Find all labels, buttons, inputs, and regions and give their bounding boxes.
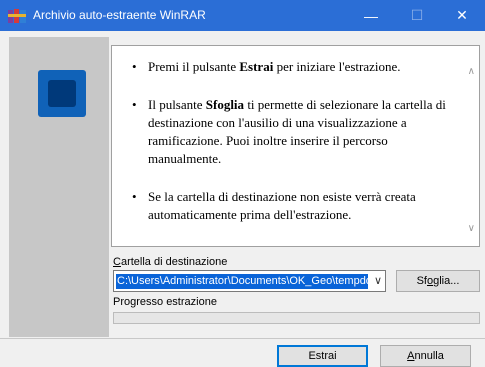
- instruction-item: Se la cartella di destinazione non esist…: [130, 188, 460, 224]
- extract-button[interactable]: Estrai: [277, 345, 368, 367]
- instruction-text: Il pulsante: [148, 97, 206, 112]
- cancel-label-text: nnulla: [414, 350, 444, 362]
- chevron-up-icon[interactable]: ∧: [468, 66, 475, 77]
- destination-input[interactable]: C:\Users\Administrator\Documents\OK_Geo\…: [116, 274, 368, 289]
- browse-label-start: Sf: [416, 275, 427, 287]
- instruction-item: Il pulsante Sfoglia ti permette di selez…: [130, 96, 460, 168]
- destination-label-text: artella di destinazione: [120, 256, 228, 268]
- chevron-down-icon[interactable]: ∨: [374, 274, 382, 287]
- title-bar[interactable]: Archivio auto-estraente WinRAR — ☐ ✕: [0, 0, 485, 31]
- square-logo-icon: [38, 70, 86, 117]
- close-button[interactable]: ✕: [439, 0, 485, 31]
- progress-label: Progresso estrazione: [113, 296, 217, 308]
- square-logo-inner: [48, 80, 76, 107]
- instructions-list: Premi il pulsante Estrai per iniziare l'…: [130, 58, 460, 244]
- chevron-down-icon[interactable]: ∨: [468, 223, 475, 234]
- cancel-button[interactable]: Annulla: [380, 345, 471, 367]
- instruction-text: per iniziare l'estrazione.: [273, 59, 401, 74]
- browse-label-end: glia...: [433, 275, 460, 287]
- extraction-progress-bar: [113, 312, 480, 324]
- footer-divider: [0, 338, 485, 339]
- maximize-button[interactable]: ☐: [394, 0, 440, 31]
- left-banner-panel: [9, 37, 109, 337]
- instruction-bold: Estrai: [239, 59, 274, 74]
- instruction-bold: Sfoglia: [205, 97, 245, 112]
- destination-label: Cartella di destinazione: [113, 256, 227, 268]
- destination-label-mnemonic: C: [113, 256, 121, 268]
- instructions-pane[interactable]: Premi il pulsante Estrai per iniziare l'…: [111, 45, 480, 247]
- instruction-text: Se la cartella di destinazione non esist…: [148, 189, 416, 222]
- instruction-item: Premi il pulsante Estrai per iniziare l'…: [130, 58, 460, 76]
- browse-button[interactable]: Sf o glia...: [396, 270, 480, 292]
- window-title: Archivio auto-estraente WinRAR: [33, 8, 206, 22]
- minimize-button[interactable]: —: [348, 0, 394, 31]
- destination-combobox[interactable]: C:\Users\Administrator\Documents\OK_Geo\…: [113, 270, 386, 292]
- instruction-text: Premi il pulsante: [148, 59, 240, 74]
- cancel-label-mnemonic: A: [407, 350, 415, 362]
- winrar-books-icon: [8, 9, 26, 23]
